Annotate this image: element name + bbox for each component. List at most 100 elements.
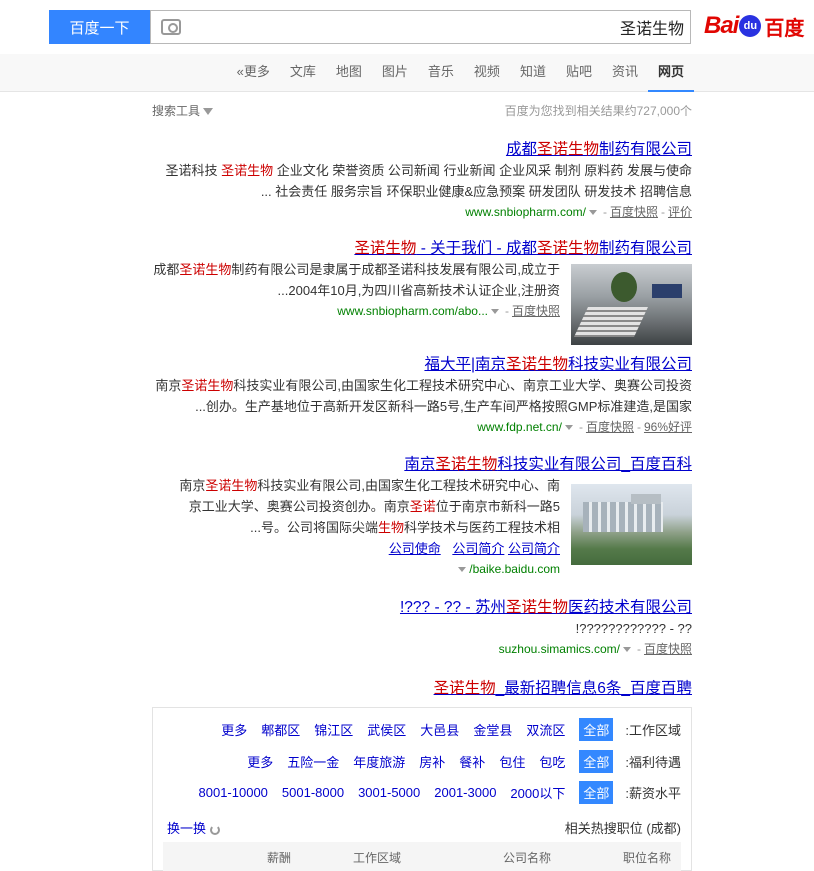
tab-item[interactable]: 贴吧 [556, 54, 602, 92]
filter-option[interactable]: 2001-3000 [434, 785, 496, 800]
baike-link[interactable]: 公司简介 [508, 541, 560, 556]
filter-option[interactable]: 房补 [419, 752, 445, 771]
search-box [150, 10, 691, 44]
filter-option[interactable]: 五险一金 [287, 752, 339, 771]
abs-highlight: 圣诺生物 [221, 163, 274, 178]
search-button[interactable]: 百度一下 [49, 10, 150, 44]
filter-option[interactable]: 郫都区 [261, 720, 300, 739]
filter-option[interactable]: 双流区 [526, 720, 565, 739]
search-tools[interactable]: 搜索工具 [152, 102, 214, 119]
cache-link[interactable]: 百度快照 [512, 304, 560, 318]
title-part: 科技实业有限公司 [567, 356, 692, 373]
result-abstract-2: 2004年10月,为四川省高新技术认证企业,注册资... [277, 283, 560, 298]
col-area: 工作区域 [352, 850, 401, 865]
title-highlight: 圣诺生物 [505, 356, 568, 373]
review-link[interactable]: 评价 [668, 205, 692, 219]
title-part: 福大平|南京 [424, 356, 506, 373]
tab-item[interactable]: 地图 [326, 54, 372, 92]
title-highlight: 圣诺生物 [536, 240, 599, 257]
search-result: 成都圣诺生物制药有限公司 圣诺科技 圣诺生物 企业文化 荣誉资质 公司新闻 行业… [150, 140, 692, 222]
tab-item[interactable]: 网页 [647, 54, 694, 92]
abs-text: 位于南京市新科一路5 [435, 499, 560, 514]
result-title[interactable]: 苏州圣诺生物医药技术有限公司 - ?? - ???! [150, 598, 692, 618]
result-title[interactable]: 成都圣诺生物制药有限公司 [150, 140, 692, 160]
result-abstract-2: 创办。生产基地位于高新开发区新科一路5号,生产车间严格按照GMP标准建造,是国家… [195, 399, 692, 414]
search-result: 圣诺生物 - 关于我们 - 成都圣诺生物制药有限公司 成都圣诺生物制药有限公司是… [150, 239, 692, 345]
abs-text: 科技实业有限公司,由国家生化工程技术研究中心、南 [257, 478, 560, 493]
filter-option[interactable]: 武侯区 [367, 720, 406, 739]
filter-option[interactable]: 锦江区 [314, 720, 353, 739]
cache-link[interactable]: 百度快照 [644, 642, 692, 656]
dropdown-arrow-icon[interactable] [490, 309, 499, 315]
logo-text-cn: 百度 [764, 17, 805, 40]
result-thumbnail[interactable] [571, 264, 692, 345]
baidu-logo[interactable]: Bai du 百度 [704, 6, 808, 46]
baike-links: 公司使命 公司简介 公司简介 [150, 538, 560, 559]
tab-item[interactable]: 知道 [510, 54, 556, 92]
tab-item[interactable]: 音乐 [418, 54, 464, 92]
recruit-title[interactable]: 圣诺生物_最新招聘信息6条_百度百聘 [150, 679, 692, 699]
filter-option[interactable]: 全部 [579, 717, 614, 741]
search-input[interactable] [204, 11, 684, 43]
filter-option[interactable]: 餐补 [459, 752, 485, 771]
dropdown-arrow-icon[interactable] [622, 647, 631, 653]
result-abstract-2: 京工业大学、奥赛公司投资创办。南京圣诺位于南京市新科一路5 [150, 496, 560, 517]
search-result: 苏州圣诺生物医药技术有限公司 - ?? - ???! ?? - ????????… [150, 598, 692, 659]
camera-icon[interactable] [161, 19, 181, 35]
jobs-table-header: 职位名称 公司名称 工作区域 薪酬 [163, 842, 681, 871]
result-url-line: www.snbiopharm.com/abo... - 百度快照 [337, 304, 560, 318]
abs-highlight: 圣诺生物 [179, 262, 232, 277]
result-abstract-3: 号。公司将国际尖端生物科学技术与医药工程技术相... [150, 517, 560, 538]
filter-option[interactable]: 大邑县 [420, 720, 459, 739]
abs-text: 成都 [153, 262, 180, 277]
dropdown-arrow-icon[interactable] [458, 567, 467, 573]
dropdown-arrow-icon[interactable] [564, 425, 573, 431]
filter-option[interactable]: 5001-8000 [282, 785, 344, 800]
tab-item[interactable]: 视频 [464, 54, 510, 92]
dropdown-arrow-icon[interactable] [588, 210, 597, 216]
filter-option[interactable]: 全部 [579, 780, 614, 804]
filter-option[interactable]: 更多 [221, 720, 247, 739]
title-highlight: 圣诺生物 [354, 240, 417, 257]
baike-link[interactable]: 公司使命 [389, 541, 441, 556]
title-part: 制药有限公司 [598, 240, 692, 257]
filter-option[interactable]: 更多 [247, 752, 273, 771]
refresh-button[interactable]: 换一换 [167, 818, 221, 837]
abs-highlight: 圣诺生物 [181, 378, 234, 393]
search-tools-label: 搜索工具 [152, 104, 201, 118]
filter-option[interactable]: 2000以下 [510, 783, 565, 802]
tab-item[interactable]: 图片 [372, 54, 418, 92]
cache-link[interactable]: 百度快照 [586, 420, 634, 434]
tab-item[interactable]: 文库 [280, 54, 326, 92]
col-job-name: 职位名称 [622, 850, 671, 865]
result-title[interactable]: 圣诺生物 - 关于我们 - 成都圣诺生物制药有限公司 [150, 239, 692, 259]
rating-link[interactable]: 96%好评 [644, 420, 692, 434]
cache-link[interactable]: 百度快照 [610, 205, 658, 219]
filter-option[interactable]: 8001-10000 [199, 785, 268, 800]
result-url-line: baike.baidu.com/ [150, 559, 560, 579]
filter-label: 福利待遇: [625, 754, 681, 770]
tab-bar: 网页 资讯 贴吧 知道 视频 音乐 图片 地图 文库 更多» [0, 54, 814, 92]
tab-item[interactable]: 资讯 [602, 54, 648, 92]
abs-highlight: 圣诺 [409, 499, 436, 514]
result-title[interactable]: 南京圣诺生物科技实业有限公司_百度百科 [150, 455, 692, 475]
tab-item[interactable]: 更多» [227, 54, 280, 92]
filter-option[interactable]: 全部 [579, 749, 614, 773]
filter-option[interactable]: 包吃 [539, 752, 565, 771]
result-abstract: 成都圣诺生物制药有限公司是隶属于成都圣诺科技发展有限公司,成立于 [150, 259, 560, 280]
result-thumbnail[interactable] [571, 484, 692, 565]
result-url: www.fdp.net.cn/ [477, 420, 562, 434]
title-part: _最新招聘信息6条_百度百聘 [495, 680, 692, 697]
filter-option[interactable]: 3001-5000 [358, 785, 420, 800]
filter-option[interactable]: 金堂县 [473, 720, 512, 739]
title-highlight: 圣诺生物 [433, 680, 496, 697]
filter-row-area: 工作区域: 全部 双流区 金堂县 大邑县 武侯区 锦江区 郫都区 更多 [207, 717, 681, 741]
result-title[interactable]: 福大平|南京圣诺生物科技实业有限公司 [150, 355, 692, 375]
baike-link[interactable]: 公司简介 [452, 541, 504, 556]
abs-text: 企业文化 荣誉资质 公司新闻 行业新闻 企业风采 制剂 原料药 发展与使命 [273, 163, 692, 178]
filter-option[interactable]: 年度旅游 [353, 752, 405, 771]
title-part: 科技实业有限公司_百度百科 [497, 456, 692, 473]
abs-text: 科技实业有限公司,由国家生化工程技术研究中心、南京工业大学、奥赛公司投资 [233, 378, 692, 393]
filter-option[interactable]: 包住 [499, 752, 525, 771]
search-result: 福大平|南京圣诺生物科技实业有限公司 南京圣诺生物科技实业有限公司,由国家生化工… [150, 355, 692, 437]
